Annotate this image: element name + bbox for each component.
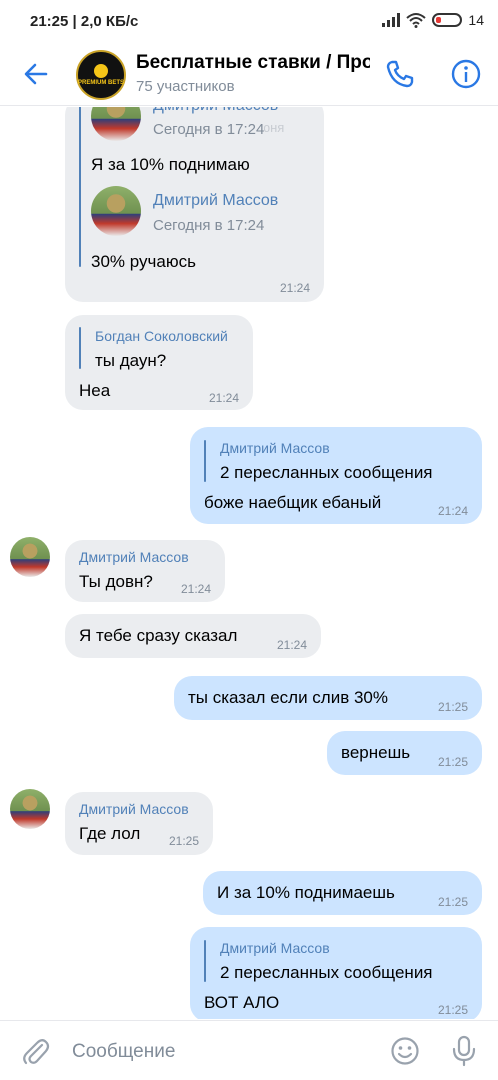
message-text: Где лол	[79, 824, 141, 843]
message-text: ты сказал если слив 30%	[188, 688, 388, 707]
forward-sender[interactable]: Дмитрий Массов	[153, 107, 278, 115]
message-text: И за 10% поднимаешь	[217, 883, 395, 902]
message-time: 21:25	[437, 755, 468, 769]
message-bubble[interactable]: ты сказал если слив 30% 21:25	[174, 676, 482, 720]
message-time: 21:24	[276, 638, 307, 652]
message-sender[interactable]: Дмитрий Массов	[79, 549, 189, 565]
status-icons: 14	[382, 12, 484, 28]
forward-date: Сегодня в 17:24	[153, 217, 265, 234]
forward-date: Сегодня в 17:24	[153, 121, 265, 138]
wifi-icon	[406, 13, 427, 28]
message-bubble[interactable]: Дмитрий Массов Ты довн? 21:24	[65, 540, 225, 602]
chat-header: PREMIUM BETS Бесплатные ставки / Прогноз…	[0, 44, 498, 106]
message-time: 21:24	[208, 391, 239, 405]
composer: Сообщение	[0, 1020, 498, 1080]
reply-text: ты даун?	[95, 351, 167, 370]
group-avatar[interactable]: PREMIUM BETS	[76, 50, 126, 100]
forward-text: Я за 10% поднимаю	[91, 155, 250, 174]
message-bubble[interactable]: вернешь 21:25	[327, 731, 482, 775]
message-text: ВОТ АЛО	[204, 993, 280, 1012]
user-avatar	[91, 186, 141, 236]
phone-icon[interactable]	[384, 58, 416, 90]
forward-text: 30% ручаюсь	[91, 252, 196, 271]
message-text: Ты довн?	[79, 572, 153, 591]
message-bubble[interactable]: Дмитрий Массов Где лол 21:25	[65, 792, 213, 855]
forward-bar	[79, 107, 81, 267]
paperclip-icon[interactable]	[20, 1036, 50, 1066]
forwarded-messages-bubble[interactable]: Сегодня в 17:24 июня Дмитрий Массов Сего…	[65, 107, 324, 302]
user-avatar[interactable]	[10, 537, 50, 577]
avatar-logo-text: PREMIUM BETS	[78, 79, 125, 86]
battery-level: 14	[468, 12, 484, 28]
battery-icon	[432, 13, 463, 27]
message-time: 21:24	[279, 281, 310, 295]
message-time: 21:24	[437, 504, 468, 518]
status-bar: 21:25 | 2,0 КБ/с 14	[0, 0, 498, 44]
status-time: 21:25 | 2,0 КБ/с	[30, 13, 139, 30]
message-sender[interactable]: Дмитрий Массов	[79, 801, 189, 817]
back-arrow-icon[interactable]	[22, 60, 50, 88]
message-bubble[interactable]: Я тебе сразу сказал 21:24	[65, 614, 321, 658]
message-time: 21:25	[437, 1003, 468, 1017]
message-text: вернешь	[341, 743, 411, 762]
message-text: Неа	[79, 381, 111, 400]
reply-sender[interactable]: Дмитрий Массов	[220, 940, 330, 956]
reply-sender[interactable]: Богдан Соколовский	[95, 328, 228, 344]
message-time: 21:25	[168, 834, 199, 848]
forward-sender[interactable]: Дмитрий Массов	[153, 192, 278, 210]
message-bubble[interactable]: Богдан Соколовский ты даун? Неа 21:24	[65, 315, 253, 410]
chat-title[interactable]: Бесплатные ставки / Прогнозы	[136, 52, 370, 74]
message-time: 21:24	[180, 582, 211, 596]
message-bubble[interactable]: Дмитрий Массов 2 пересланных сообщения б…	[190, 427, 482, 524]
reply-text: 2 пересланных сообщения	[220, 463, 433, 482]
emoji-icon[interactable]	[390, 1036, 420, 1066]
message-time: 21:25	[437, 700, 468, 714]
reply-text: 2 пересланных сообщения	[220, 963, 433, 982]
reply-bar	[79, 327, 81, 369]
message-text: боже наебщик ебаный	[204, 493, 382, 512]
chat-members-count[interactable]: 75 участников	[136, 78, 235, 95]
signal-icon	[382, 13, 401, 27]
message-bubble[interactable]: И за 10% поднимаешь 21:25	[203, 871, 482, 915]
microphone-icon[interactable]	[450, 1035, 478, 1067]
message-time: 21:25	[437, 895, 468, 909]
message-input[interactable]: Сообщение	[72, 1041, 175, 1063]
reply-bar	[204, 440, 206, 482]
message-bubble[interactable]: Дмитрий Массов 2 пересланных сообщения В…	[190, 927, 482, 1019]
message-list[interactable]: Сегодня в 17:24 июня Дмитрий Массов Сего…	[0, 107, 498, 1019]
info-icon[interactable]	[450, 58, 482, 90]
reply-bar	[204, 940, 206, 982]
user-avatar[interactable]	[10, 789, 50, 829]
logo-icon	[94, 63, 108, 78]
reply-sender[interactable]: Дмитрий Массов	[220, 440, 330, 456]
message-text: Я тебе сразу сказал	[79, 626, 238, 645]
user-avatar	[91, 107, 141, 141]
